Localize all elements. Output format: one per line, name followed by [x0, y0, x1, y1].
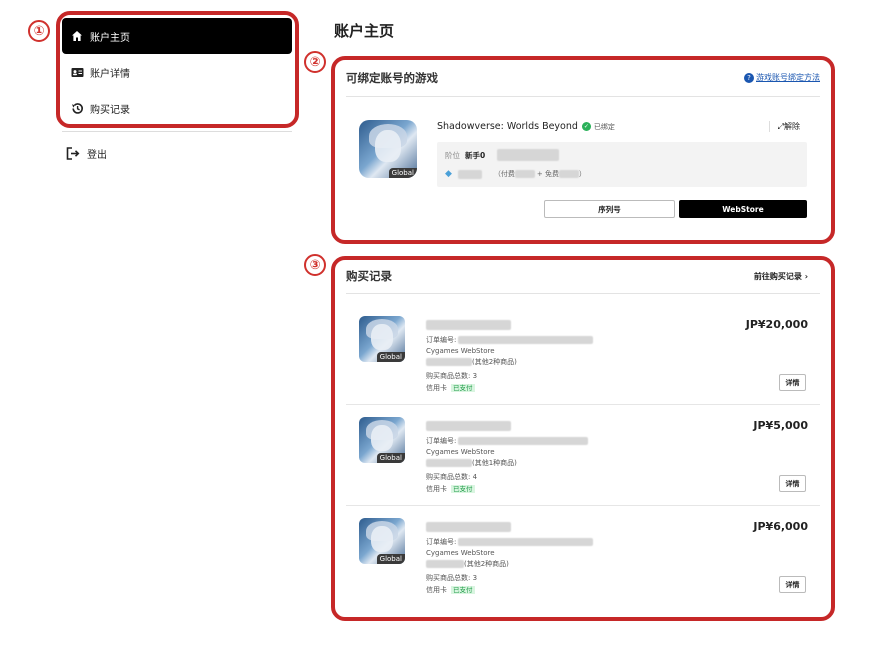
card-title: 可绑定账号的游戏 — [346, 70, 438, 85]
id-card-icon — [70, 65, 84, 79]
redacted-order-number — [458, 538, 594, 546]
logout-button[interactable]: 登出 — [66, 146, 107, 161]
card-header: 可绑定账号的游戏 ? 游戏账号绑定方法 — [346, 59, 820, 97]
item-total: 购买商品总数: 3 — [426, 372, 478, 380]
order-detail-button[interactable]: 详情 — [779, 576, 806, 593]
currency-row: ◆ （付费 + 免费 ） — [445, 169, 586, 179]
callout-2: ② — [304, 51, 326, 73]
view-purchase-history-link[interactable]: 前往购买记录 › — [754, 271, 808, 282]
webstore-button[interactable]: WebStore — [679, 200, 807, 218]
crystal-icon: ◆ — [445, 169, 452, 179]
purchase-history-card: 购买记录 前往购买记录 › Global 订单编号: Cygames WebSt… — [346, 259, 820, 617]
game-icon: Global — [359, 518, 405, 564]
order-info: 订单编号: Cygames WebStore (其他2种商品) 购买商品总数: … — [426, 320, 594, 393]
sidebar-item-account-details[interactable]: 账户详情 — [62, 54, 292, 90]
linkable-games-card: 可绑定账号的游戏 ? 游戏账号绑定方法 Global Shadowverse: … — [346, 59, 820, 239]
store-name: Cygames WebStore — [426, 347, 495, 355]
region-tag: Global — [388, 168, 417, 178]
order-row: Global 订单编号: Cygames WebStore (其他1种商品) 购… — [346, 405, 820, 506]
redacted-item — [426, 358, 472, 366]
game-icon: Global — [359, 316, 405, 362]
order-detail-button[interactable]: 详情 — [779, 374, 806, 391]
order-price: JP¥20,000 — [745, 318, 808, 331]
sidebar-item-label: 购买记录 — [90, 104, 130, 116]
rank-value: 新手0 — [465, 150, 486, 160]
other-items: (其他2种商品) — [464, 560, 509, 568]
payment-method: 信用卡 — [426, 485, 447, 493]
order-price: JP¥6,000 — [753, 520, 808, 533]
payment-status-badge: 已支付 — [451, 485, 475, 493]
free-currency-label: + 免费 — [536, 170, 560, 178]
item-total: 购买商品总数: 3 — [426, 574, 478, 582]
redacted-product-name — [426, 421, 511, 431]
history-icon — [70, 101, 84, 115]
item-total: 购买商品总数: 4 — [426, 473, 478, 481]
currency-close: ） — [579, 170, 587, 178]
sidebar-item-home[interactable]: 账户主页 — [62, 18, 292, 54]
redacted-currency — [457, 169, 482, 179]
other-items: (其他1种商品) — [472, 459, 517, 467]
order-detail-button[interactable]: 详情 — [779, 475, 806, 492]
redacted-order-number — [458, 437, 589, 445]
store-name: Cygames WebStore — [426, 448, 495, 456]
sidebar-item-label: 账户主页 — [90, 32, 130, 44]
card-header: 购买记录 前往购买记录 › — [346, 259, 820, 294]
order-row: Global 订单编号: Cygames WebStore (其他2种商品) 购… — [346, 304, 820, 405]
payment-status-badge: 已支付 — [451, 384, 475, 392]
logout-icon — [66, 146, 80, 161]
payment-status-badge: 已支付 — [451, 586, 475, 594]
redacted-product-name — [426, 320, 511, 330]
binding-help-link[interactable]: ? 游戏账号绑定方法 — [744, 72, 820, 83]
sidebar-divider — [62, 131, 292, 132]
payment-method: 信用卡 — [426, 586, 447, 594]
home-icon — [70, 29, 84, 43]
region-tag: Global — [376, 352, 405, 362]
unbind-button[interactable]: ⤢解除 — [768, 121, 800, 132]
sidebar-item-label: 账户详情 — [90, 68, 130, 80]
order-number-label: 订单编号: — [426, 336, 457, 344]
order-number-label: 订单编号: — [426, 437, 457, 445]
payment-method: 信用卡 — [426, 384, 447, 392]
check-icon: ✓ — [581, 122, 591, 131]
redacted-free — [559, 170, 580, 178]
callout-3: ③ — [304, 254, 326, 276]
redacted-player-id — [497, 149, 560, 161]
account-page: ① ② ③ 账户主页 账户详情 购买记录 登出 账户主页 可绑定账号的游戏 ? … — [0, 0, 896, 646]
redacted-item — [426, 560, 464, 568]
redacted-product-name — [426, 522, 511, 532]
redacted-paid — [514, 170, 535, 178]
game-icon: Global — [359, 120, 417, 178]
paid-currency-label: （付费 — [493, 170, 515, 178]
rank-label: 阶位 — [445, 150, 460, 160]
bound-status: 已绑定 — [593, 122, 615, 131]
sidebar-item-purchase-history[interactable]: 购买记录 — [62, 90, 292, 126]
other-items: (其他2种商品) — [472, 358, 517, 366]
serial-code-button[interactable]: 序列号 — [544, 200, 675, 218]
help-icon: ? — [744, 72, 754, 83]
order-price: JP¥5,000 — [753, 419, 808, 432]
card-title: 购买记录 — [346, 269, 392, 283]
logout-label: 登出 — [87, 150, 107, 161]
store-name: Cygames WebStore — [426, 549, 495, 557]
region-tag: Global — [376, 453, 405, 463]
redacted-order-number — [458, 336, 594, 344]
sidebar-nav: 账户主页 账户详情 购买记录 — [62, 18, 292, 126]
binding-help-label: 游戏账号绑定方法 — [756, 73, 820, 82]
game-name: Shadowverse: Worlds Beyond — [437, 121, 578, 132]
callout-1: ① — [28, 20, 50, 42]
order-info: 订单编号: Cygames WebStore (其他2种商品) 购买商品总数: … — [426, 522, 594, 595]
game-account-info: 阶位 新手0 ◆ （付费 + 免费 ） — [437, 142, 807, 187]
region-tag: Global — [376, 554, 405, 564]
rank-row: 阶位 新手0 — [445, 149, 560, 161]
game-icon: Global — [359, 417, 405, 463]
order-info: 订单编号: Cygames WebStore (其他1种商品) 购买商品总数: … — [426, 421, 589, 494]
redacted-item — [426, 459, 472, 467]
order-row: Global 订单编号: Cygames WebStore (其他2种商品) 购… — [346, 506, 820, 607]
page-title: 账户主页 — [334, 22, 395, 40]
order-number-label: 订单编号: — [426, 538, 457, 546]
game-title-row: Shadowverse: Worlds Beyond ✓ 已绑定 — [437, 121, 615, 132]
